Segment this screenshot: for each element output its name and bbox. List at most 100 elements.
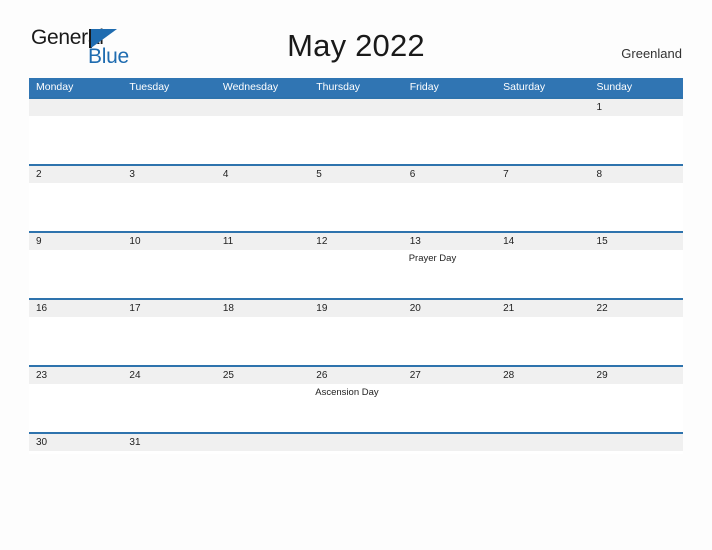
day-cell[interactable] [309, 99, 402, 116]
day-cell[interactable]: 6 [403, 166, 496, 183]
day-cell[interactable]: 28 [496, 367, 589, 384]
week-row: 30 31 [29, 432, 683, 454]
day-event-cell[interactable] [122, 384, 215, 432]
date-number: 27 [409, 370, 421, 381]
week-row: 1 [29, 97, 683, 164]
day-cell[interactable]: 9 [29, 233, 122, 250]
day-event-cell[interactable] [29, 317, 122, 365]
day-event-cell[interactable] [496, 317, 589, 365]
day-event-cell[interactable] [309, 317, 402, 365]
day-cell[interactable]: 10 [122, 233, 215, 250]
day-cell[interactable] [309, 434, 402, 451]
day-event-cell[interactable] [309, 183, 402, 231]
day-cell[interactable]: 12 [309, 233, 402, 250]
day-event-cell[interactable] [216, 317, 309, 365]
day-event-cell[interactable] [590, 116, 683, 164]
week-row: 2 3 4 5 6 7 8 [29, 164, 683, 231]
day-cell[interactable]: 1 [590, 99, 683, 116]
week-date-band: 30 31 [29, 434, 683, 451]
day-cell[interactable]: 24 [122, 367, 215, 384]
day-event-cell[interactable] [403, 384, 496, 432]
day-event-cell[interactable]: Prayer Day [403, 250, 496, 298]
day-cell[interactable] [590, 434, 683, 451]
day-cell[interactable]: 16 [29, 300, 122, 317]
day-cell[interactable] [216, 99, 309, 116]
day-event-cell[interactable] [122, 116, 215, 164]
day-event-cell[interactable] [403, 183, 496, 231]
date-number: 7 [503, 169, 509, 180]
date-number: 25 [222, 370, 234, 381]
day-cell[interactable]: 17 [122, 300, 215, 317]
day-event-cell[interactable] [496, 183, 589, 231]
day-cell[interactable]: 27 [403, 367, 496, 384]
day-event-cell[interactable] [29, 250, 122, 298]
day-event-cell[interactable] [309, 116, 402, 164]
day-cell[interactable]: 7 [496, 166, 589, 183]
day-cell[interactable]: 29 [590, 367, 683, 384]
day-event-cell[interactable] [590, 183, 683, 231]
event-label: Prayer Day [408, 253, 457, 264]
day-event-cell[interactable] [122, 250, 215, 298]
day-event-cell[interactable]: Ascension Day [309, 384, 402, 432]
day-cell[interactable]: 23 [29, 367, 122, 384]
day-event-cell[interactable] [216, 183, 309, 231]
day-cell[interactable] [216, 434, 309, 451]
date-number: 22 [596, 303, 608, 314]
day-cell[interactable] [403, 99, 496, 116]
day-event-cell[interactable] [29, 116, 122, 164]
date-number: 3 [129, 169, 135, 180]
day-cell[interactable]: 19 [309, 300, 402, 317]
day-cell[interactable]: 20 [403, 300, 496, 317]
day-cell[interactable]: 8 [590, 166, 683, 183]
day-cell[interactable] [496, 99, 589, 116]
day-cell[interactable]: 22 [590, 300, 683, 317]
day-cell[interactable] [403, 434, 496, 451]
day-cell[interactable]: 11 [216, 233, 309, 250]
day-cell[interactable] [29, 99, 122, 116]
day-cell[interactable]: 21 [496, 300, 589, 317]
day-event-cell[interactable] [122, 183, 215, 231]
weekday-wednesday: Wednesday [222, 81, 279, 93]
page-title: May 2022 [287, 28, 425, 63]
day-cell[interactable] [122, 99, 215, 116]
day-event-cell[interactable] [403, 317, 496, 365]
day-event-cell[interactable] [496, 250, 589, 298]
date-number: 5 [316, 169, 322, 180]
day-cell[interactable]: 31 [122, 434, 215, 451]
day-event-cell[interactable] [29, 384, 122, 432]
day-event-cell[interactable] [496, 116, 589, 164]
week-date-band: 23 24 25 26 27 28 29 [29, 367, 683, 384]
day-event-cell[interactable] [590, 250, 683, 298]
day-cell[interactable]: 25 [216, 367, 309, 384]
day-cell[interactable]: 2 [29, 166, 122, 183]
date-number: 26 [316, 370, 328, 381]
day-event-cell[interactable] [216, 384, 309, 432]
week-event-band [29, 317, 683, 365]
day-cell[interactable]: 13 [403, 233, 496, 250]
day-cell[interactable]: 4 [216, 166, 309, 183]
day-cell[interactable]: 30 [29, 434, 122, 451]
day-cell[interactable]: 3 [122, 166, 215, 183]
day-event-cell[interactable] [590, 317, 683, 365]
day-event-cell[interactable] [216, 250, 309, 298]
page-header: General Blue May 2022 Greenland [0, 0, 712, 76]
calendar-grid: Monday Tuesday Wednesday Thursday Friday… [29, 78, 683, 454]
day-event-cell[interactable] [403, 116, 496, 164]
date-number: 21 [503, 303, 515, 314]
day-event-cell[interactable] [496, 384, 589, 432]
day-cell[interactable] [496, 434, 589, 451]
weekday-friday: Friday [409, 81, 439, 93]
day-event-cell[interactable] [590, 384, 683, 432]
day-cell[interactable]: 5 [309, 166, 402, 183]
day-event-cell[interactable] [122, 317, 215, 365]
day-cell[interactable]: 14 [496, 233, 589, 250]
day-event-cell[interactable] [309, 250, 402, 298]
date-number: 19 [316, 303, 328, 314]
day-cell[interactable]: 15 [590, 233, 683, 250]
weekday-thursday: Thursday [316, 81, 361, 93]
day-cell[interactable]: 18 [216, 300, 309, 317]
day-event-cell[interactable] [216, 116, 309, 164]
day-event-cell[interactable] [29, 183, 122, 231]
day-cell[interactable]: 26 [309, 367, 402, 384]
weekday-tuesday: Tuesday [129, 81, 170, 93]
